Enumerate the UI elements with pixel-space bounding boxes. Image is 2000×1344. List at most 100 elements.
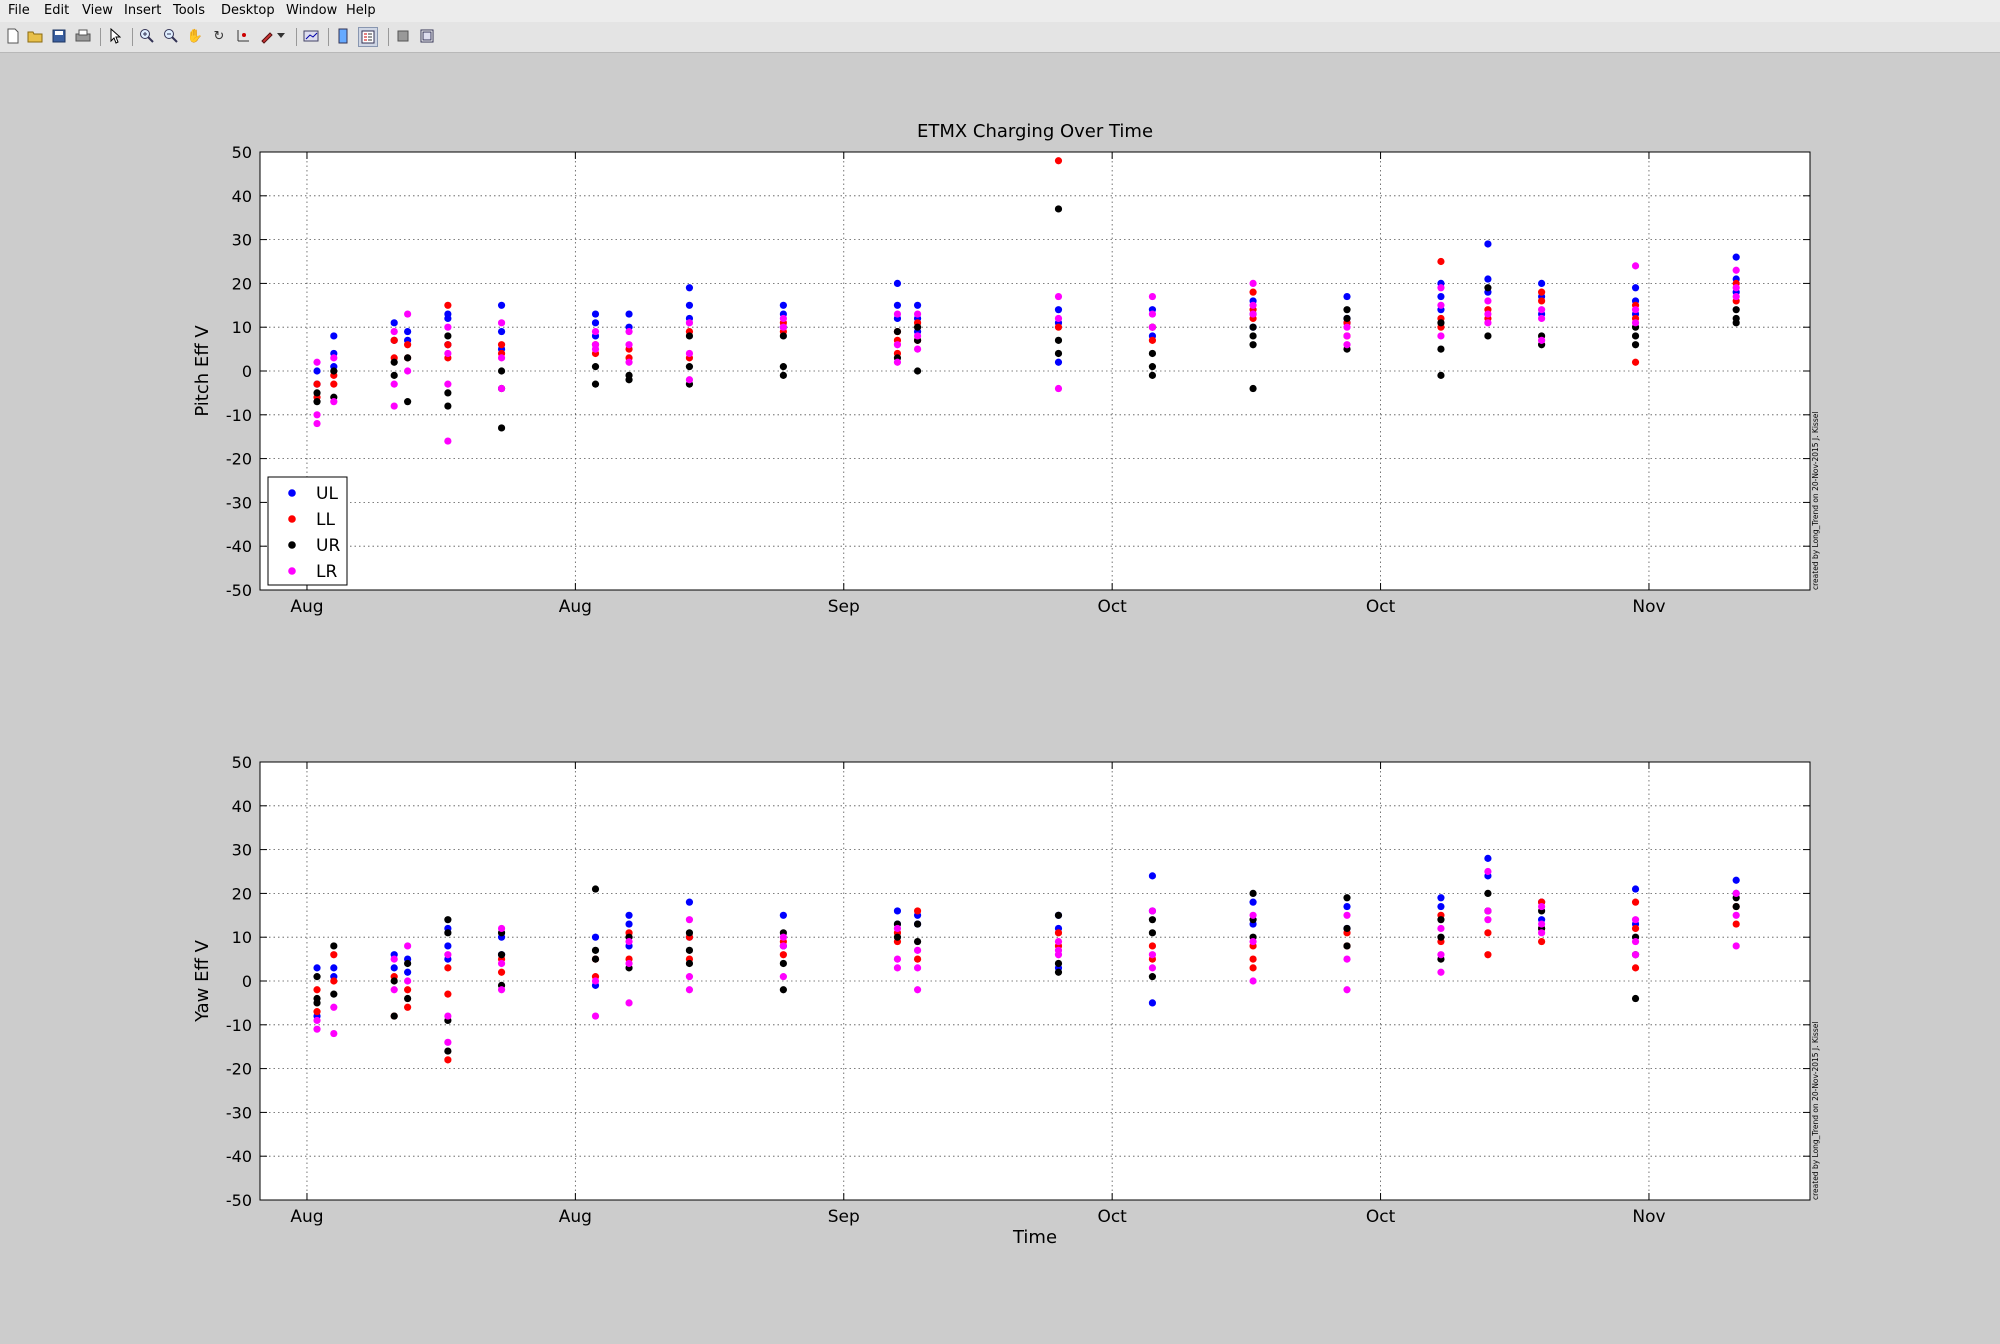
data-point-LR	[1249, 937, 1257, 946]
data-point-UR	[685, 959, 694, 968]
data-point-UR	[390, 358, 398, 366]
data-point-UR	[1249, 323, 1257, 331]
x-tick-label: Oct	[1366, 1207, 1396, 1227]
data-point-UR	[1054, 205, 1063, 213]
hide-plot-tools-icon[interactable]	[394, 27, 412, 45]
data-point-LR	[1249, 911, 1257, 919]
data-point-UR	[591, 380, 600, 388]
data-point-UR	[390, 977, 398, 985]
chevron-down-icon[interactable]	[276, 27, 286, 45]
data-point-UR	[313, 973, 321, 981]
data-point-LR	[1343, 955, 1351, 963]
data-point-UR	[779, 363, 787, 371]
data-point-UL	[913, 301, 922, 309]
y-tick-label: 40	[232, 797, 252, 816]
data-point-LL	[913, 907, 922, 915]
open-file-icon[interactable]	[26, 27, 44, 45]
rotate-icon[interactable]: ↻	[210, 27, 228, 45]
data-point-UR	[1054, 349, 1063, 358]
data-point-LR	[1437, 951, 1445, 959]
data-point-UL	[1732, 253, 1740, 261]
data-point-UR	[591, 363, 600, 371]
data-point-UR	[390, 1012, 398, 1020]
data-point-UR	[779, 986, 787, 994]
print-icon[interactable]	[74, 27, 92, 45]
brush-icon[interactable]	[258, 27, 276, 45]
colorbar-icon[interactable]	[334, 27, 352, 45]
data-point-LL	[913, 955, 922, 963]
data-point-LR	[1631, 306, 1640, 314]
data-point-UL	[893, 907, 902, 915]
data-point-LR	[330, 354, 338, 362]
data-point-LR	[591, 327, 600, 336]
data-point-LR	[313, 1016, 321, 1025]
data-point-LR	[444, 349, 452, 358]
data-point-LR	[390, 402, 398, 410]
data-point-UR	[1343, 306, 1351, 314]
data-point-UR	[404, 398, 412, 406]
data-point-UR	[1054, 959, 1063, 968]
data-point-LR	[1249, 310, 1257, 318]
data-point-UR	[497, 367, 506, 375]
data-point-UL	[685, 898, 694, 906]
data-point-LL	[444, 301, 452, 309]
new-file-icon[interactable]	[4, 27, 22, 45]
menu-insert[interactable]: Insert	[124, 3, 161, 18]
data-point-UR	[444, 929, 452, 937]
menu-view[interactable]: View	[82, 3, 113, 18]
data-cursor-icon[interactable]	[234, 27, 252, 45]
data-point-UL	[330, 964, 338, 972]
data-point-LR	[390, 955, 398, 963]
menu-edit[interactable]: Edit	[44, 3, 69, 18]
data-point-LR	[390, 380, 398, 388]
data-point-LR	[779, 323, 787, 331]
data-point-LR	[913, 332, 922, 340]
menu-help[interactable]: Help	[346, 3, 376, 18]
data-point-UR	[404, 959, 412, 968]
y-tick-label: 50	[232, 143, 252, 162]
data-point-LR	[685, 376, 694, 384]
menu-file[interactable]: File	[8, 3, 30, 18]
zoom-out-icon[interactable]	[162, 27, 180, 45]
data-point-UL	[313, 964, 321, 972]
data-point-LR	[1538, 929, 1546, 937]
data-point-UR	[330, 990, 338, 998]
data-point-LL	[1249, 964, 1257, 972]
menu-desktop[interactable]: Desktop	[221, 3, 275, 18]
pan-icon[interactable]: ✋	[186, 27, 204, 45]
data-point-LR	[444, 1038, 452, 1046]
data-point-LR	[497, 924, 506, 933]
data-point-LR	[1148, 323, 1157, 331]
data-point-LR	[313, 419, 321, 428]
toolbar-separator	[132, 28, 133, 46]
menu-window[interactable]: Window	[286, 3, 337, 18]
data-point-UR	[1148, 929, 1157, 937]
data-point-UR	[1732, 319, 1740, 327]
data-point-UL	[591, 933, 600, 941]
data-point-LL	[1538, 937, 1546, 946]
pointer-icon[interactable]	[106, 27, 124, 45]
data-point-UL	[1484, 275, 1492, 283]
x-tick-label: Nov	[1632, 597, 1665, 617]
show-plot-tools-icon[interactable]	[418, 27, 436, 45]
menu-tools[interactable]: Tools	[173, 3, 205, 18]
data-point-LR	[1249, 977, 1257, 985]
data-point-LR	[1148, 964, 1157, 972]
data-point-LR	[404, 942, 412, 950]
y-tick-label: -50	[226, 1191, 252, 1210]
y-tick-label: -40	[226, 537, 252, 556]
data-point-UL	[497, 301, 506, 309]
data-point-LR	[893, 955, 902, 963]
data-point-UR	[1249, 332, 1257, 340]
data-point-UR	[1631, 332, 1640, 340]
data-point-UR	[390, 371, 398, 379]
data-point-LR	[1437, 924, 1445, 933]
legend-icon[interactable]	[358, 27, 378, 47]
save-icon[interactable]	[50, 27, 68, 45]
data-point-UL	[1437, 292, 1445, 301]
data-point-LR	[591, 345, 600, 353]
y-tick-label: -10	[226, 406, 252, 425]
zoom-in-icon[interactable]	[138, 27, 156, 45]
data-point-UL	[625, 310, 633, 318]
link-plot-icon[interactable]	[302, 27, 320, 45]
